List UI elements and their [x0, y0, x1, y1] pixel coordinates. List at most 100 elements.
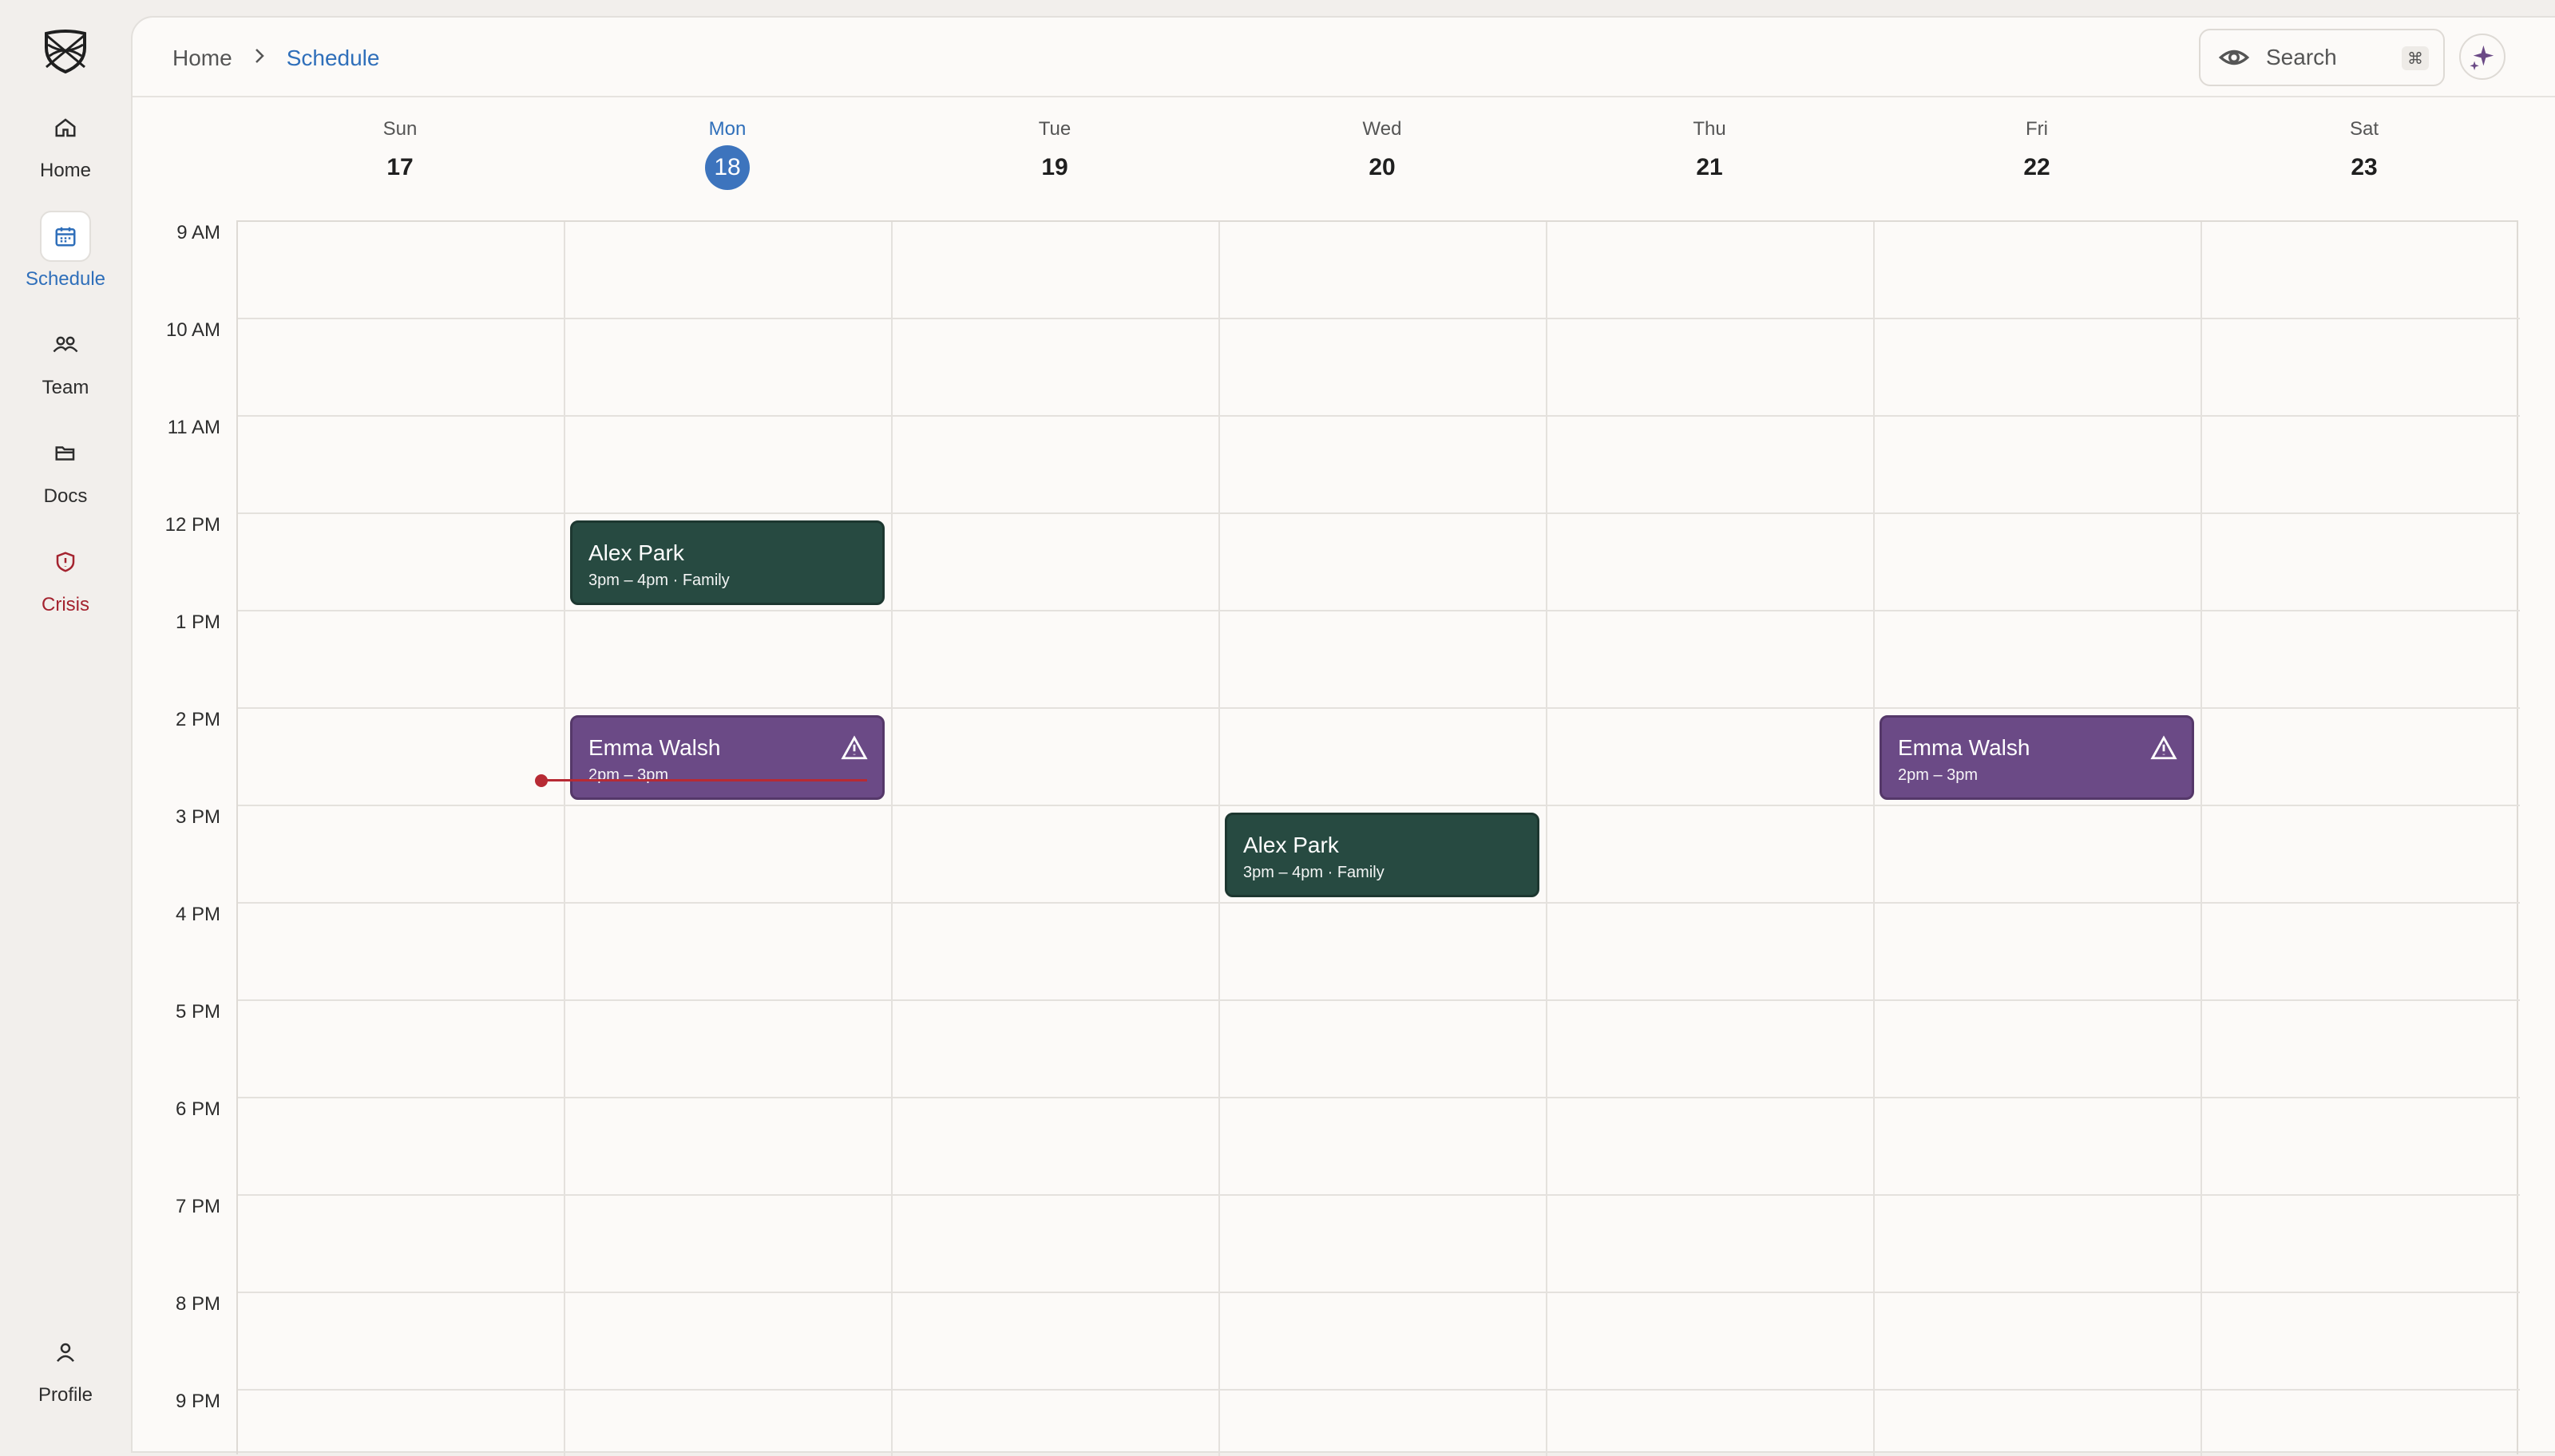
hour-gridline — [238, 999, 2520, 1001]
event-time: 3pm – 4pm · Family — [1243, 864, 1384, 881]
sidebar-item-label: Crisis — [42, 594, 89, 615]
eye-icon — [2218, 49, 2250, 65]
day-number: 20 — [1369, 154, 1396, 180]
day-header-sat[interactable]: Sat 23 — [2200, 117, 2528, 187]
hour-gridline — [238, 1292, 2520, 1293]
sidebar: Home Schedule Team Docs Crisis Profile — [0, 0, 131, 1437]
warning-icon — [2150, 735, 2177, 760]
calendar-icon — [55, 227, 76, 247]
ai-assistant-button[interactable] — [2459, 34, 2505, 80]
event-time: 2pm – 3pm — [1898, 766, 1979, 784]
day-header-tue[interactable]: Tue 19 — [891, 117, 1218, 187]
hour-gridline — [238, 1097, 2520, 1098]
day-number: 23 — [2351, 154, 2378, 180]
event-time: 3pm – 4pm · Family — [588, 572, 730, 589]
day-gridline — [1873, 222, 1875, 1456]
hour-gridline — [238, 1389, 2520, 1391]
day-gridline — [1546, 222, 1547, 1456]
warning-icon — [841, 735, 868, 760]
hour-label: 8 PM — [175, 1293, 220, 1315]
search-input[interactable]: Search ⌘ — [2199, 29, 2445, 86]
day-name: Thu — [1693, 118, 1726, 140]
sidebar-item-label: Home — [39, 160, 92, 181]
hour-gridline — [238, 512, 2520, 514]
shield-alert-icon — [56, 552, 75, 572]
event-card[interactable]: Alex Park 3pm – 4pm · Family — [1225, 813, 1539, 897]
day-gridline — [2200, 222, 2202, 1456]
home-icon — [55, 118, 76, 137]
hour-gridline — [238, 805, 2520, 806]
chevron-right-icon — [253, 45, 266, 72]
sidebar-item-docs[interactable]: Docs — [0, 428, 131, 508]
event-card[interactable]: Alex Park 3pm – 4pm · Family — [570, 520, 885, 605]
day-number: 19 — [1041, 154, 1068, 180]
hour-gridline — [238, 415, 2520, 417]
event-title: Emma Walsh — [588, 735, 721, 760]
day-name: Tue — [1038, 118, 1072, 140]
today-badge: 18 — [705, 145, 750, 190]
hour-label: 5 PM — [175, 1001, 220, 1023]
day-number: 21 — [1696, 154, 1723, 180]
sidebar-item-home[interactable]: Home — [0, 102, 131, 182]
top-bar: Home Schedule Search ⌘ — [133, 18, 2555, 97]
day-name: Sat — [2349, 118, 2379, 140]
logo-icon — [45, 30, 86, 74]
sparkle-icon — [2470, 45, 2494, 70]
hour-label: 7 PM — [175, 1196, 220, 1217]
day-header-mon[interactable]: Mon 18 — [564, 117, 891, 190]
hour-label: 12 PM — [164, 514, 220, 536]
breadcrumb-home[interactable]: Home — [172, 46, 232, 71]
sidebar-item-label: Schedule — [25, 268, 106, 290]
breadcrumb: Home Schedule — [172, 45, 379, 72]
day-gridline — [1218, 222, 1220, 1456]
event-time: 2pm – 3pm — [588, 766, 669, 784]
folder-icon — [55, 446, 75, 461]
command-key-hint: ⌘ — [2402, 46, 2429, 70]
hour-label: 1 PM — [175, 611, 220, 633]
day-name: Sun — [382, 118, 418, 140]
day-name: Mon — [708, 118, 747, 140]
hour-label: 9 PM — [175, 1391, 220, 1412]
breadcrumb-current: Schedule — [286, 46, 380, 70]
hour-label: 9 AM — [176, 222, 220, 243]
profile-icon — [57, 1343, 74, 1363]
sidebar-item-crisis[interactable]: Crisis — [0, 536, 131, 616]
sidebar-item-profile[interactable]: Profile — [0, 1327, 131, 1407]
event-title: Alex Park — [1243, 833, 1339, 857]
sidebar-item-label: Profile — [38, 1384, 93, 1406]
hour-label: 11 AM — [167, 417, 220, 438]
hour-gridline — [238, 902, 2520, 904]
day-header-thu[interactable]: Thu 21 — [1546, 117, 1873, 187]
event-title: Alex Park — [588, 540, 684, 565]
event-card[interactable]: Emma Walsh 2pm – 3pm — [570, 715, 885, 800]
current-time-line — [541, 779, 867, 781]
day-name: Wed — [1362, 118, 1402, 140]
current-time-dot — [535, 774, 548, 787]
day-gridline — [564, 222, 565, 1456]
hour-gridline — [238, 707, 2520, 709]
day-header-fri[interactable]: Fri 22 — [1873, 117, 2200, 187]
day-name: Fri — [2026, 118, 2048, 140]
hour-label: 2 PM — [175, 709, 220, 730]
day-number: 17 — [386, 154, 414, 180]
day-header-wed[interactable]: Wed 20 — [1218, 117, 1546, 187]
hour-label: 6 PM — [175, 1098, 220, 1120]
sidebar-item-schedule[interactable]: Schedule — [0, 211, 131, 291]
sidebar-item-label: Docs — [43, 485, 88, 507]
hour-gridline — [238, 318, 2520, 319]
hour-label: 3 PM — [175, 806, 220, 828]
event-card[interactable]: Emma Walsh 2pm – 3pm — [1880, 715, 2194, 800]
sidebar-item-team[interactable]: Team — [0, 319, 131, 399]
hour-gridline — [238, 1194, 2520, 1196]
team-icon — [53, 336, 78, 353]
event-title: Emma Walsh — [1898, 735, 2030, 760]
day-header-sun[interactable]: Sun 17 — [236, 117, 564, 187]
day-gridline — [891, 222, 893, 1456]
day-number: 22 — [2023, 154, 2050, 180]
sidebar-item-label: Team — [42, 377, 89, 398]
hour-label: 4 PM — [175, 904, 220, 925]
main-panel: Home Schedule Search ⌘ Sun 17 Mon 18 Tue… — [131, 16, 2555, 1456]
search-placeholder: Search — [2266, 45, 2337, 69]
hour-label: 10 AM — [165, 319, 220, 341]
hour-gridline — [238, 610, 2520, 611]
